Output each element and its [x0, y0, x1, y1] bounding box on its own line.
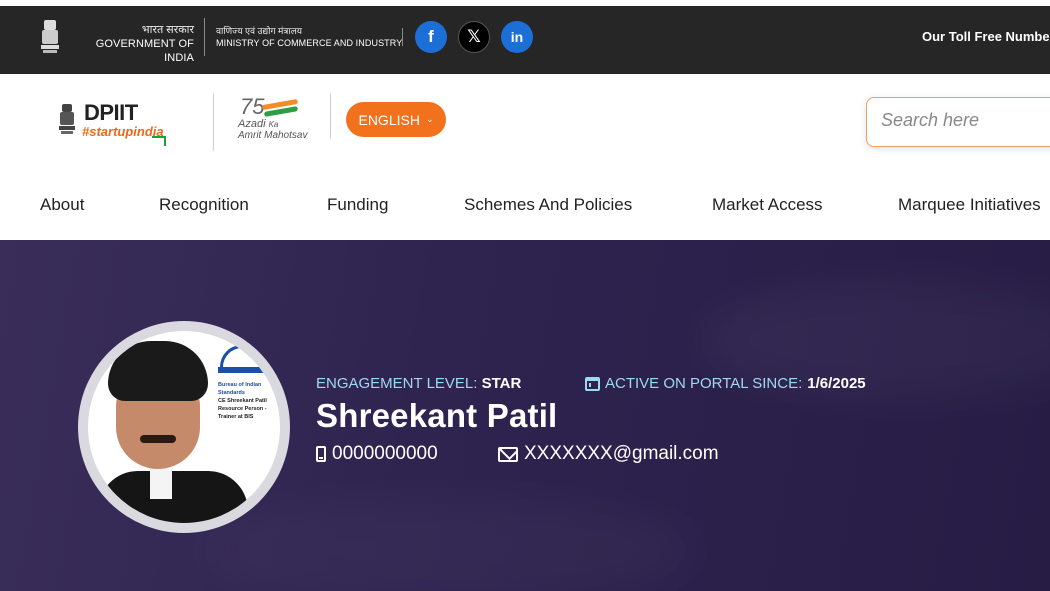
top-line	[0, 0, 1050, 6]
engagement-level-value: STAR	[481, 375, 522, 392]
photo-org-text: Bureau of Indian Standards	[218, 382, 262, 396]
main-nav: About Recognition Funding Schemes And Po…	[0, 170, 1050, 240]
active-since: ACTIVE ON PORTAL SINCE: 1/6/2025	[585, 375, 866, 392]
ka-word: Ka	[268, 120, 279, 129]
nav-item-market-access[interactable]: Market Access	[712, 195, 823, 215]
email-address[interactable]: XXXXXXX@gmail.com	[524, 443, 719, 465]
azadi-word: Azadi	[238, 118, 266, 130]
national-emblem-icon	[59, 104, 75, 134]
profile-email[interactable]: XXXXXXX@gmail.com	[498, 443, 719, 465]
linkedin-icon[interactable]: in	[501, 21, 533, 53]
engagement-level-label: ENGAGEMENT LEVEL:	[316, 375, 478, 392]
active-since-value: 1/6/2025	[807, 375, 866, 392]
government-of-india-label[interactable]: भारत सरकार GOVERNMENT OF INDIA	[68, 24, 194, 65]
divider	[402, 28, 403, 46]
x-twitter-icon[interactable]: 𝕏	[458, 21, 490, 53]
envelope-icon	[498, 446, 518, 462]
active-since-label: ACTIVE ON PORTAL SINCE:	[605, 375, 803, 392]
nav-item-recognition[interactable]: Recognition	[159, 195, 249, 215]
photo-caption: Bureau of Indian Standards CE Shreekant …	[218, 381, 280, 421]
site-header: DPIIT #startupindia 75 Azadi Ka Amrit Ma…	[0, 74, 1050, 170]
divider	[204, 18, 205, 56]
photo-mustache	[140, 435, 176, 443]
divider	[213, 93, 214, 151]
search-box[interactable]	[866, 97, 1050, 147]
profile-photo-frame: Bureau of Indian Standards CE Shreekant …	[78, 321, 290, 533]
government-top-bar: भारत सरकार GOVERNMENT OF INDIA वाणिज्य ए…	[0, 0, 1050, 74]
photo-hair	[108, 341, 208, 401]
ministry-english-text: MINISTRY OF COMMERCE AND INDUSTRY	[216, 38, 403, 48]
photo-suit	[98, 471, 248, 523]
profile-hero: Bureau of Indian Standards CE Shreekant …	[0, 240, 1050, 591]
facebook-icon[interactable]: f	[415, 21, 447, 53]
startupindia-tag: #startupindia	[82, 124, 166, 146]
bis-logo-icon	[220, 345, 264, 367]
mobile-phone-icon	[316, 446, 326, 462]
toll-free-number: Our Toll Free Numbe	[922, 29, 1050, 44]
search-input[interactable]	[881, 110, 1050, 131]
nav-item-schemes-and-policies[interactable]: Schemes And Policies	[464, 195, 632, 215]
amrit-mahotsav-text: Amrit Mahotsav	[238, 130, 308, 141]
growth-arrow-icon	[152, 136, 166, 146]
ministry-hindi-text: वाणिज्य एवं उद्योग मंत्रालय	[216, 26, 303, 36]
divider	[330, 93, 331, 139]
background-haze	[200, 500, 700, 591]
dpiit-title: DPIIT	[84, 100, 138, 125]
language-label: ENGLISH	[358, 111, 420, 128]
language-select-button[interactable]: ENGLISH ⌄	[346, 102, 446, 137]
gov-english-text: GOVERNMENT OF INDIA	[95, 38, 194, 64]
azadi-75-text: 75	[240, 94, 265, 119]
chevron-down-icon: ⌄	[425, 114, 434, 124]
photo-caption-text: CE Shreekant Patil Resource Person - Tra…	[218, 398, 267, 420]
profile-name: Shreekant Patil	[316, 397, 558, 434]
calendar-icon	[585, 376, 600, 391]
nav-item-funding[interactable]: Funding	[327, 195, 388, 215]
profile-photo: Bureau of Indian Standards CE Shreekant …	[88, 331, 280, 523]
azadi-text: Azadi Ka	[238, 118, 278, 130]
national-emblem-icon	[41, 20, 59, 53]
photo-collar	[150, 469, 172, 499]
bis-logo-band	[218, 367, 278, 373]
nav-item-about[interactable]: About	[40, 195, 84, 215]
azadi-ka-amrit-mahotsav-logo: 75 Azadi Ka Amrit Mahotsav	[236, 94, 316, 144]
phone-number: 0000000000	[332, 443, 438, 464]
engagement-level: ENGAGEMENT LEVEL: STAR	[316, 375, 521, 392]
nav-item-marquee-initiatives[interactable]: Marquee Initiatives	[898, 195, 1041, 215]
gov-hindi-text: भारत सरकार	[141, 24, 194, 36]
ministry-label[interactable]: वाणिज्य एवं उद्योग मंत्रालय MINISTRY OF …	[216, 26, 402, 49]
profile-phone: 0000000000	[316, 443, 438, 465]
